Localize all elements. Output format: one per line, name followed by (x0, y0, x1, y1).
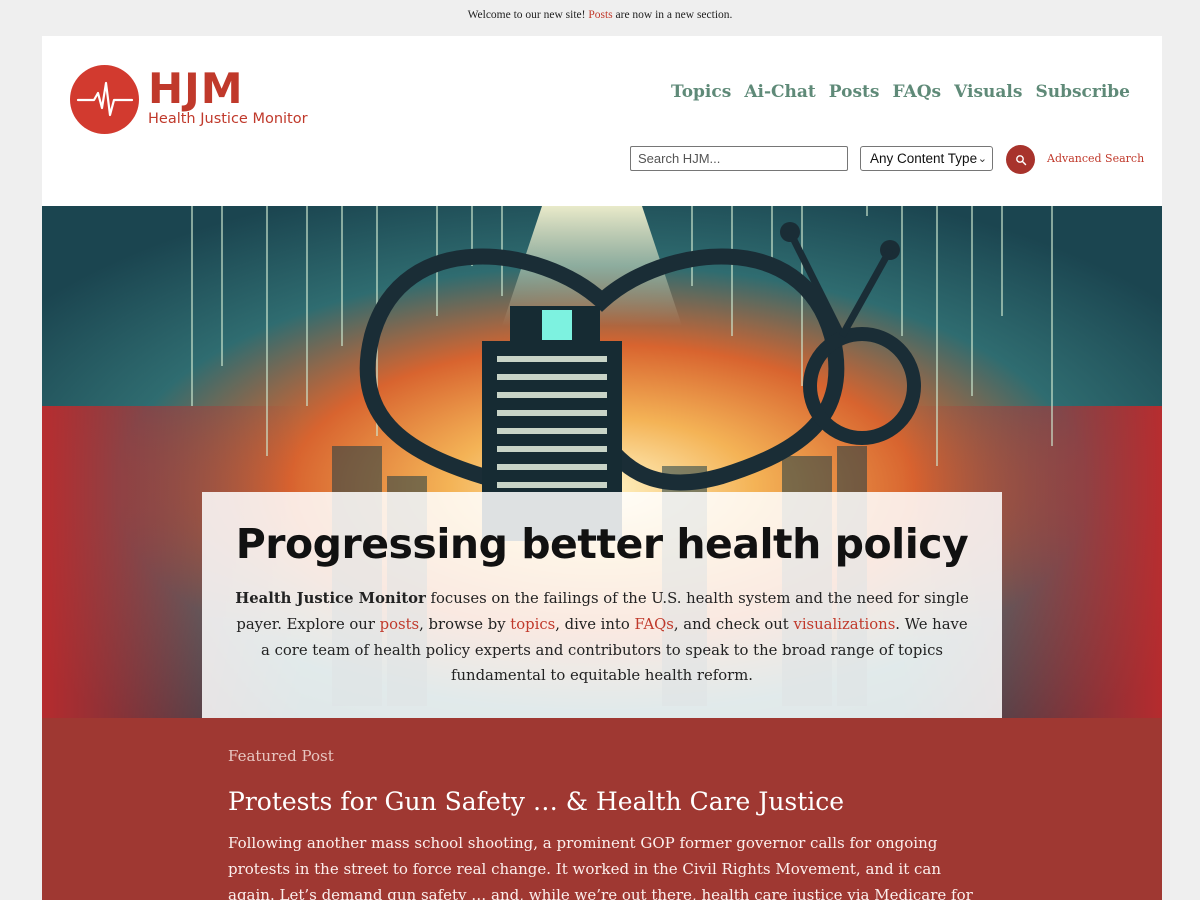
nav-subscribe[interactable]: Subscribe (1035, 82, 1130, 102)
featured-post-excerpt: Following another mass school shooting, … (228, 834, 973, 900)
announcement-bar: Welcome to our new site! Posts are now i… (0, 0, 1200, 36)
hero-title: Progressing better health policy (235, 520, 969, 568)
search-icon (1015, 154, 1026, 165)
announcement-posts-link[interactable]: Posts (588, 9, 612, 21)
announcement-suffix: are now in a new section. (612, 9, 733, 21)
site-logo[interactable]: HJM Health Justice Monitor (70, 65, 320, 135)
nav-posts[interactable]: Posts (829, 82, 880, 102)
search-button[interactable] (1006, 145, 1035, 174)
hero-topics-link[interactable]: topics (510, 616, 555, 633)
hero-description: Health Justice Monitor focuses on the fa… (232, 586, 972, 689)
hero-text-3: , dive into (555, 615, 635, 633)
logo-abbreviation: HJM (148, 64, 244, 113)
nav-topics[interactable]: Topics (671, 82, 731, 102)
featured-label: Featured Post (228, 747, 334, 765)
nav-faqs[interactable]: FAQs (892, 82, 941, 102)
site-header: HJM Health Justice Monitor Topics Ai-Cha… (42, 36, 1162, 206)
logo-site-name: Health Justice Monitor (148, 111, 308, 127)
advanced-search-link[interactable]: Advanced Search (1047, 152, 1144, 165)
hero-posts-link[interactable]: posts (380, 616, 420, 633)
hero-brand: Health Justice Monitor (235, 590, 426, 607)
content-type-value: Any Content Type (870, 151, 978, 166)
hero-text-4: , and check out (673, 615, 794, 633)
featured-post-title[interactable]: Protests for Gun Safety … & Health Care … (228, 787, 844, 816)
page-container: HJM Health Justice Monitor Topics Ai-Cha… (42, 36, 1162, 900)
chevron-down-icon: ⌄ (977, 153, 987, 165)
announcement-prefix: Welcome to our new site! (467, 9, 589, 21)
nav-visuals[interactable]: Visuals (954, 82, 1022, 102)
hero-banner: Progressing better health policy Health … (42, 206, 1162, 718)
hero-faqs-link[interactable]: FAQs (634, 616, 673, 633)
hero-text-2: , browse by (419, 615, 511, 633)
nav-ai-chat[interactable]: Ai-Chat (744, 82, 815, 102)
featured-post-section: Featured Post Protests for Gun Safety … … (42, 718, 1162, 900)
content-type-select[interactable]: Any Content Type ⌄ (860, 146, 993, 171)
hero-visualizations-link[interactable]: visualizations (793, 616, 895, 633)
heartbeat-logo-icon (70, 65, 139, 134)
search-input[interactable] (630, 146, 848, 171)
main-nav: Topics Ai-Chat Posts FAQs Visuals Subscr… (671, 82, 1130, 102)
search-bar: Any Content Type ⌄ Advanced Search (630, 145, 1144, 174)
hero-card: Progressing better health policy Health … (202, 492, 1002, 718)
